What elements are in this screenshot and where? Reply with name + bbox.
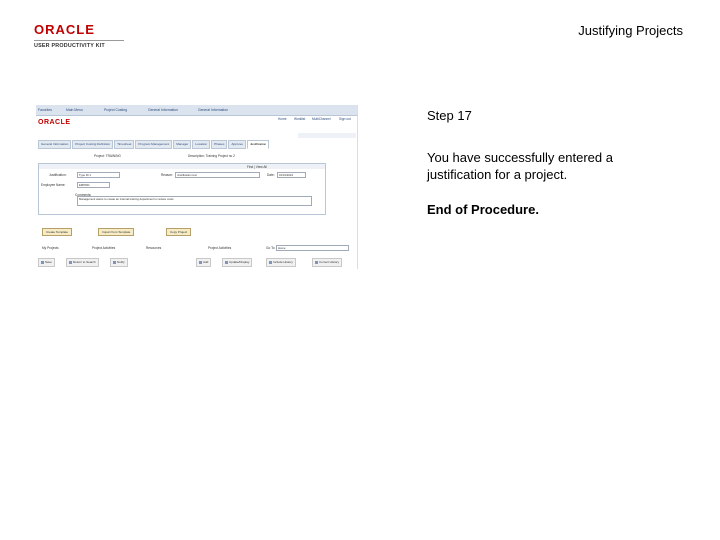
step-label: Step 17 [427,108,472,123]
description-label: Description: Training Project no 2 [188,154,235,158]
notify-label: Notify [117,260,125,264]
add-button[interactable]: Add [196,258,212,267]
goto-select[interactable]: Home [276,245,349,251]
top-link-home[interactable]: Home [278,117,287,121]
top-link-signout[interactable]: Sign out [339,117,351,121]
import-template-button[interactable]: Import from Template [98,228,135,236]
tab-manager[interactable]: Manager [173,140,192,149]
copy-project-button[interactable]: Copy Project [166,228,192,236]
page-tabs: General Information Project Costing Defi… [38,140,270,149]
create-template-button[interactable]: Create Template [42,228,72,236]
panel-header [39,164,325,169]
nav-item[interactable]: Favorites [38,108,52,112]
return-to-search-button[interactable]: Return to Search [66,258,99,267]
logo-brand: ORACLE [34,22,95,37]
application-screenshot: Favorites Main Menu Project Costing Gene… [36,105,358,269]
include-history-button[interactable]: Include History [266,258,296,267]
goto-label: Go To: [266,246,276,250]
find-view-all-link[interactable]: Find | View All [247,165,267,169]
project-activities-link[interactable]: Project Activities [92,246,115,250]
date-field[interactable]: 01/01/2024 [277,172,306,178]
document-title: Justifying Projects [578,23,683,38]
my-projects-link[interactable]: My Projects [42,246,59,250]
end-of-procedure: End of Procedure. [427,202,539,217]
save-icon [41,260,44,264]
return-label: Return to Search [73,260,96,264]
nav-item[interactable]: Main Menu [66,108,83,112]
justification-label: Justification: [49,173,67,177]
tab-approve[interactable]: Approve [228,140,246,149]
nav-item[interactable]: General Information [198,108,228,112]
justification-panel: Find | View All Justification: Type ID 1… [38,163,326,215]
update-display-button[interactable]: Update/Display [222,258,253,267]
oracle-upk-logo: ORACLE USER PRODUCTIVITY KIT [34,22,124,49]
save-button[interactable]: Save [38,258,55,267]
notify-button[interactable]: Notify [110,258,128,267]
nav-item[interactable]: General Information [148,108,178,112]
tab-general-information[interactable]: General Information [38,140,72,149]
history-icon [269,260,272,264]
reason-field[interactable]: Justification text [175,172,260,178]
justification-field[interactable]: Type ID 1 [77,172,120,178]
correct-history-button[interactable]: Correct History [312,258,343,267]
notify-icon [113,260,116,264]
tab-location[interactable]: Location [192,140,211,149]
resources-link[interactable]: Resources [146,246,161,250]
logo-product: USER PRODUCTIVITY KIT [34,40,124,49]
top-link-multichannel[interactable]: MultiChannel [312,117,331,121]
include-history-label: Include History [273,260,293,264]
top-link-worklist[interactable]: Worklist [294,117,305,121]
tab-program-management[interactable]: Program Management [135,140,173,149]
project-activities-link-2[interactable]: Project Activities [208,246,231,250]
employee-field[interactable]: EMP001 [77,182,110,188]
correct-history-label: Correct History [319,260,340,264]
reason-label: Reason: [161,173,173,177]
correct-icon [315,260,318,264]
tab-phases[interactable]: Phases [211,140,228,149]
project-label: Project: TRAINING [94,154,121,158]
update-label: Update/Display [229,260,250,264]
tab-timesheet[interactable]: Timesheet [114,140,135,149]
tab-justification[interactable]: Justification [246,140,270,149]
utility-bar [298,133,356,138]
date-label: Date: [267,173,275,177]
app-nav-bar: Favorites Main Menu Project Costing Gene… [36,105,357,116]
return-icon [69,260,72,264]
step-description: You have successfully entered a justific… [427,150,613,182]
tab-project-costing[interactable]: Project Costing Definition [72,140,114,149]
nav-item[interactable]: Project Costing [104,108,127,112]
add-label: Add [203,260,209,264]
app-brand: ORACLE [38,119,71,126]
update-icon [225,260,228,264]
add-icon [199,260,202,264]
comments-field[interactable]: Management wants to create an internal t… [77,196,312,206]
save-label: Save [45,260,52,264]
employee-label: Employee Name: [41,183,66,187]
